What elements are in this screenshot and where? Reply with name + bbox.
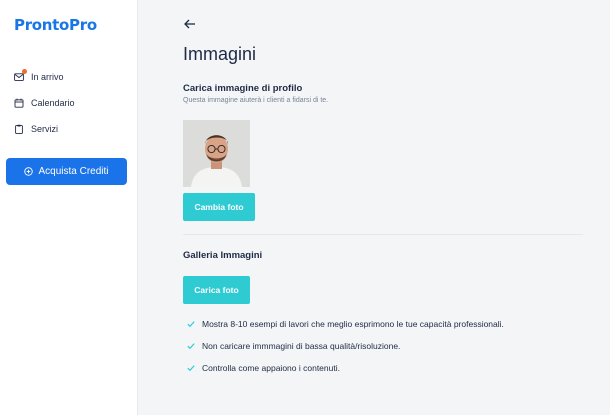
profile-photo (183, 120, 250, 187)
gallery-section-title: Galleria Immagini (183, 250, 263, 261)
page-title: Immagini (183, 44, 257, 64)
tip-item: Non caricare immmagini di bassa qualità/… (187, 341, 400, 351)
section-divider (183, 234, 583, 235)
check-icon (187, 321, 195, 328)
notification-dot (22, 69, 27, 74)
sidebar-item-label: Calendario (31, 98, 75, 108)
profile-section-subtitle: Questa immagine aiuterà i clienti a fida… (183, 97, 329, 104)
sidebar-item-inbox[interactable]: In arrivo (14, 69, 64, 82)
check-icon (187, 343, 195, 350)
upload-photo-button[interactable]: Carica foto (183, 276, 250, 304)
sidebar: ProntoPro In arrivo Calendario Servizi A… (0, 0, 138, 415)
calendar-icon (14, 98, 24, 108)
mail-icon (14, 69, 27, 82)
check-icon (187, 365, 195, 372)
main-content: Immagini Carica immagine di profilo Ques… (138, 0, 610, 415)
back-arrow-icon[interactable] (183, 17, 197, 31)
tip-item: Mostra 8-10 esempi di lavori che meglio … (187, 319, 504, 329)
tip-text: Controlla come appaiono i contenuti. (202, 363, 340, 373)
tip-text: Non caricare immmagini di bassa qualità/… (202, 341, 401, 351)
tip-item: Controlla come appaiono i contenuti. (187, 363, 340, 373)
tip-text: Mostra 8-10 esempi di lavori che meglio … (202, 319, 504, 329)
sidebar-item-services[interactable]: Servizi (14, 124, 58, 134)
change-photo-button[interactable]: Cambia foto (183, 193, 255, 221)
buy-credits-button[interactable]: Acquista Crediti (6, 158, 127, 185)
brand-logo[interactable]: ProntoPro (14, 16, 97, 34)
sidebar-item-label: In arrivo (31, 72, 64, 82)
clipboard-icon (14, 124, 24, 134)
buy-credits-label: Acquista Crediti (38, 166, 109, 177)
profile-section-title: Carica immagine di profilo (183, 83, 303, 94)
plus-circle-icon (24, 167, 34, 176)
sidebar-item-label: Servizi (31, 124, 59, 134)
sidebar-item-calendar[interactable]: Calendario (14, 98, 75, 108)
